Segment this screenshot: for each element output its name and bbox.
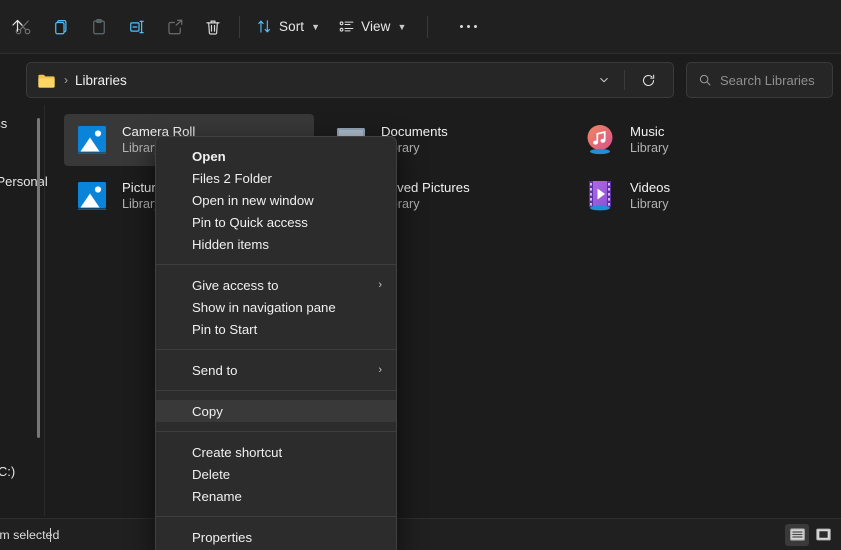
address-bar[interactable]: › Libraries <box>26 62 674 98</box>
context-menu-separator <box>156 349 396 350</box>
context-menu-separator <box>156 390 396 391</box>
address-divider <box>624 70 625 90</box>
context-menu-item-files-2-folder[interactable]: Files 2 Folder <box>156 167 396 189</box>
list-item-subtitle: Library <box>630 196 670 213</box>
context-menu-item-create-shortcut[interactable]: Create shortcut <box>156 441 396 463</box>
context-menu-item-delete[interactable]: Delete <box>156 463 396 485</box>
more-options-button[interactable] <box>449 10 487 44</box>
context-menu-item-label: Show in navigation pane <box>192 300 336 315</box>
sidebar-item-label: OneDrive - Personal <box>0 174 48 189</box>
context-menu-item-pin-to-quick-access[interactable]: Pin to Quick access <box>156 211 396 233</box>
context-menu-item-give-access-to[interactable]: Give access to › <box>156 274 396 296</box>
context-menu-item-hidden-items[interactable]: Hidden items <box>156 233 396 255</box>
context-menu-item-label: Pin to Quick access <box>192 215 308 230</box>
context-menu[interactable]: Open Files 2 Folder Open in new window P… <box>155 136 397 550</box>
details-view-button[interactable] <box>785 524 809 546</box>
toolbar-divider-1 <box>239 16 240 38</box>
context-menu-item-label: Files 2 Folder <box>192 171 272 186</box>
view-label: View <box>361 19 390 34</box>
list-item-text: Music Library <box>630 123 669 157</box>
share-button[interactable] <box>156 10 194 44</box>
context-menu-item-label: Properties <box>192 530 252 545</box>
context-menu-item-label: Delete <box>192 467 230 482</box>
picture-library-icon <box>73 177 111 215</box>
list-item-subtitle: Library <box>630 140 669 157</box>
file-explorer-window: Sort ▼ View ▼ › L <box>0 0 841 550</box>
context-menu-separator <box>156 431 396 432</box>
context-menu-item-open-in-new-window[interactable]: Open in new window <box>156 189 396 211</box>
context-menu-item-copy[interactable]: Copy <box>156 400 396 422</box>
list-item-name: Music <box>630 123 669 140</box>
folder-icon <box>37 72 56 89</box>
sidebar-item-label: Quick access <box>0 116 7 131</box>
context-menu-group: Create shortcut Delete Rename <box>156 437 396 511</box>
paste-button[interactable] <box>80 10 118 44</box>
context-menu-item-send-to[interactable]: Send to › <box>156 359 396 381</box>
context-menu-item-properties[interactable]: Properties <box>156 526 396 548</box>
list-item[interactable]: Music Library <box>572 114 822 166</box>
context-menu-item-label: Hidden items <box>192 237 269 252</box>
context-menu-item-label: Open in new window <box>192 193 314 208</box>
context-menu-group: Open Files 2 Folder Open in new window P… <box>156 141 396 259</box>
chevron-right-icon: › <box>378 279 382 291</box>
picture-library-icon <box>73 121 111 159</box>
delete-button[interactable] <box>194 10 232 44</box>
search-icon <box>698 73 712 87</box>
list-item-text: Videos Library <box>630 179 670 213</box>
status-bar: 1 item selected <box>0 518 841 550</box>
context-menu-item-label: Pin to Start <box>192 322 257 337</box>
sort-label: Sort <box>279 19 304 34</box>
address-dropdown-button[interactable] <box>591 63 617 97</box>
sidebar-item-local-disk-c[interactable]: Local Disk (C:) <box>0 457 44 486</box>
up-button[interactable] <box>0 8 34 42</box>
rename-button[interactable] <box>118 10 156 44</box>
command-bar: Sort ▼ View ▼ <box>0 0 841 54</box>
context-menu-item-label: Open <box>192 149 226 164</box>
context-menu-group: Copy <box>156 396 396 426</box>
context-menu-separator <box>156 516 396 517</box>
ellipsis-icon <box>460 25 478 29</box>
list-item-name: Videos <box>630 179 670 196</box>
view-button[interactable]: View ▼ <box>329 10 415 44</box>
context-menu-item-label: Rename <box>192 489 242 504</box>
music-library-icon <box>581 121 619 159</box>
context-menu-item-rename[interactable]: Rename <box>156 485 396 507</box>
breadcrumb-separator: › <box>64 73 68 87</box>
search-placeholder: Search Libraries <box>720 73 815 88</box>
context-menu-item-label: Create shortcut <box>192 445 282 460</box>
list-item[interactable]: Videos Library <box>572 170 822 222</box>
sidebar-item-label: Local Disk (C:) <box>0 464 15 479</box>
toolbar-divider-2 <box>427 16 428 38</box>
context-menu-separator <box>156 264 396 265</box>
context-menu-item-label: Copy <box>192 404 223 419</box>
copy-button[interactable] <box>42 10 80 44</box>
refresh-button[interactable] <box>633 63 663 97</box>
status-caret <box>50 528 51 542</box>
sort-button[interactable]: Sort ▼ <box>247 10 329 44</box>
context-menu-group: Give access to › Show in navigation pane… <box>156 270 396 344</box>
chevron-down-icon: ▼ <box>398 22 407 32</box>
context-menu-item-show-in-navigation-pane[interactable]: Show in navigation pane <box>156 296 396 318</box>
context-menu-item-label: Send to <box>192 363 237 378</box>
sidebar-item-drive-d[interactable]: Data (D:) ( <box>0 486 44 515</box>
chevron-down-icon: ▼ <box>311 22 320 32</box>
context-menu-item-open[interactable]: Open <box>156 145 396 167</box>
context-menu-item-pin-to-start[interactable]: Pin to Start <box>156 318 396 340</box>
context-menu-group: Send to › <box>156 355 396 385</box>
sidebar-scrollbar[interactable] <box>37 118 40 438</box>
context-menu-item-label: Give access to <box>192 278 279 293</box>
context-menu-group: Properties <box>156 522 396 550</box>
breadcrumb-libraries[interactable]: Libraries <box>75 73 127 88</box>
search-input[interactable]: Search Libraries <box>686 62 833 98</box>
large-icons-view-button[interactable] <box>811 524 835 546</box>
videos-library-icon <box>581 177 619 215</box>
view-toggle-group <box>785 524 835 546</box>
chevron-right-icon: › <box>378 364 382 376</box>
